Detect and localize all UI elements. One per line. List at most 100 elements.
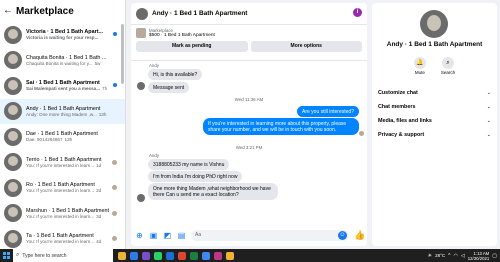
volume-icon[interactable]: ◁ xyxy=(461,253,465,259)
weather-icon[interactable]: ☀ xyxy=(428,253,432,259)
timestamp: Wed 11:36 AM xyxy=(234,97,264,102)
conversation-item-victoria[interactable]: Victoria · 1 Bed 1 Bath Apart... Victori… xyxy=(0,22,125,48)
conversation-item-marshun[interactable]: Marshun · 1 Bed 1 Bath Apartment You: If… xyxy=(0,201,125,227)
excel-icon[interactable] xyxy=(190,251,198,260)
conversation-item-andy[interactable]: Andy · 1 Bed 1 Bath Apartment Andy: One … xyxy=(0,98,125,124)
mute-button[interactable]: 🔔 Mute xyxy=(413,57,426,75)
listing-card: Marketplace $500 · 1 Bed 1 Bath Apartmen… xyxy=(131,25,367,61)
photo-icon[interactable]: ▣ xyxy=(149,231,158,240)
gif-icon[interactable]: ▤ xyxy=(177,231,186,240)
conversation-info-panel: Andy · 1 Bed 1 Bath Apartment 🔔 Mute ⌕ S… xyxy=(372,3,497,246)
search-label: Search xyxy=(440,70,456,75)
sidebar-header: ← Marketplace xyxy=(0,0,125,22)
seen-avatar xyxy=(112,185,117,190)
section-media-files[interactable]: Media, files and links ⌄ xyxy=(378,115,491,127)
avatar[interactable] xyxy=(420,10,448,38)
avatar xyxy=(4,102,22,121)
wifi-icon[interactable]: ◠ xyxy=(454,253,458,259)
sidebar-scrollbar[interactable] xyxy=(121,24,124,84)
powerpoint-icon[interactable] xyxy=(178,251,186,260)
conversation-item-dae[interactable]: Dae · 1 Bed 1 Bath Apartment Dae: 901426… xyxy=(0,124,125,150)
mute-label: Mute xyxy=(414,70,425,75)
chevron-down-icon: ⌄ xyxy=(486,132,491,138)
conversation-preview: You: If you're interested in learn... xyxy=(26,188,95,194)
windows-logo-icon xyxy=(3,252,10,259)
conversation-sidebar: ← Marketplace Victoria · 1 Bed 1 Bath Ap… xyxy=(0,0,126,249)
search-icon: ⌕ xyxy=(16,252,20,258)
incoming-message: Hi, is this available? xyxy=(148,69,203,80)
chat-header: Andy · 1 Bed 1 Bath Apartment i xyxy=(131,3,367,25)
info-icon[interactable]: i xyxy=(353,8,362,17)
emoji-icon[interactable]: ☺ xyxy=(338,230,347,240)
file-explorer-icon[interactable] xyxy=(118,251,126,260)
listing-price[interactable]: $500 · 1 Bed 1 Bath Apartment xyxy=(149,33,215,38)
plus-icon[interactable]: ⊕ xyxy=(135,231,144,240)
temperature: 28°C xyxy=(435,253,446,258)
chat-pane: Andy · 1 Bed 1 Bath Apartment i Marketpl… xyxy=(131,3,367,246)
app-icon[interactable] xyxy=(226,251,234,260)
section-label: Customize chat xyxy=(378,90,418,96)
conversation-time: 4d xyxy=(96,239,102,245)
more-options-button[interactable]: More options xyxy=(250,41,362,52)
chevron-down-icon: ⌄ xyxy=(486,118,491,124)
avatar[interactable] xyxy=(136,7,148,20)
conversation-item-chaquita[interactable]: Chaquita Bonita · 1 Bed 1 Bath ... Chaqu… xyxy=(0,48,125,74)
conversation-preview: You: If you're interested in learn... xyxy=(26,239,95,245)
edge-icon[interactable] xyxy=(130,251,138,260)
chrome-icon[interactable] xyxy=(202,251,210,260)
sender-name: Andy xyxy=(149,153,160,158)
avatar xyxy=(137,82,145,90)
taskbar-search[interactable]: ⌕ Type here to search xyxy=(13,249,113,262)
mark-pending-button[interactable]: Mark as pending xyxy=(136,41,248,52)
conversation-item-sai[interactable]: Sai · 1 Bed 1 Bath Apartment Sai Malempa… xyxy=(0,73,125,99)
word-icon[interactable] xyxy=(166,251,174,260)
conversation-item-terrio[interactable]: Terrio · 1 Bed 1 Bath Apartment You: If … xyxy=(0,150,125,176)
section-customize-chat[interactable]: Customize chat ⌄ xyxy=(378,87,491,99)
chevron-down-icon: ⌄ xyxy=(486,104,491,110)
whatsapp-icon[interactable] xyxy=(154,251,162,260)
conversation-time: 7h xyxy=(102,86,108,92)
clock[interactable]: 1:13 AM 12/30/2021 xyxy=(468,251,490,261)
conversation-preview: Sai Malempati sent you a messa... xyxy=(26,86,101,92)
start-button[interactable] xyxy=(0,249,13,262)
thumbs-up-icon[interactable]: 👍 xyxy=(354,230,365,240)
avatar xyxy=(4,51,22,70)
conversation-time: 13h xyxy=(64,137,73,143)
message-input[interactable]: Aa ☺ xyxy=(191,229,349,241)
section-label: Media, files and links xyxy=(378,118,432,124)
conversation-preview: Andy: One more thing Madem ,w... xyxy=(26,111,97,117)
incoming-message: 3188805233 my name is Vishnu xyxy=(148,159,230,170)
conversation-time: 5w xyxy=(94,60,101,66)
conversation-time: 3d xyxy=(96,213,102,219)
avatar xyxy=(4,76,22,95)
section-chat-members[interactable]: Chat members ⌄ xyxy=(378,101,491,113)
avatar xyxy=(137,194,145,202)
search-button[interactable]: ⌕ Search xyxy=(441,57,455,75)
chat-title[interactable]: Andy · 1 Bed 1 Bath Apartment xyxy=(152,10,247,17)
sticker-icon[interactable]: ◩ xyxy=(163,231,172,240)
chevron-down-icon: ⌄ xyxy=(486,90,491,96)
unread-dot-icon xyxy=(113,83,117,87)
incoming-message: I'm from India I'm doing PhD right now xyxy=(148,171,243,182)
conversation-preview: Dae: 9014264867 xyxy=(26,137,63,143)
teams-icon[interactable] xyxy=(142,251,150,260)
seen-avatar xyxy=(112,210,117,216)
section-privacy-support[interactable]: Privacy & support ⌄ xyxy=(378,129,491,141)
chevron-up-icon[interactable]: ^ xyxy=(448,253,450,259)
app-icon[interactable] xyxy=(214,251,222,260)
seen-avatar xyxy=(112,236,117,241)
taskbar-search-placeholder: Type here to search xyxy=(22,252,67,259)
back-arrow-icon[interactable]: ← xyxy=(3,6,13,16)
message-composer: ⊕ ▣ ◩ ▤ Aa ☺ 👍 xyxy=(131,224,367,246)
outgoing-message: Are you still interested? xyxy=(297,106,359,117)
conversation-item-ta[interactable]: Ta · 1 Bed 1 Bath Apartment You: If you'… xyxy=(0,226,125,249)
conversation-time: 13h xyxy=(98,111,107,117)
seen-avatar xyxy=(359,131,364,136)
avatar xyxy=(4,178,22,197)
system-tray: ☀ 28°C ^ ◠ ◁ 1:13 AM 12/30/2021 ▢ xyxy=(428,251,500,261)
notifications-icon[interactable]: ▢ xyxy=(492,253,497,259)
sidebar-title: Marketplace xyxy=(16,5,74,17)
sender-name: Andy xyxy=(149,63,160,68)
listing-thumbnail[interactable] xyxy=(136,28,146,38)
conversation-item-ro[interactable]: Ro · 1 Bed 1 Bath Apartment You: If you'… xyxy=(0,175,125,201)
